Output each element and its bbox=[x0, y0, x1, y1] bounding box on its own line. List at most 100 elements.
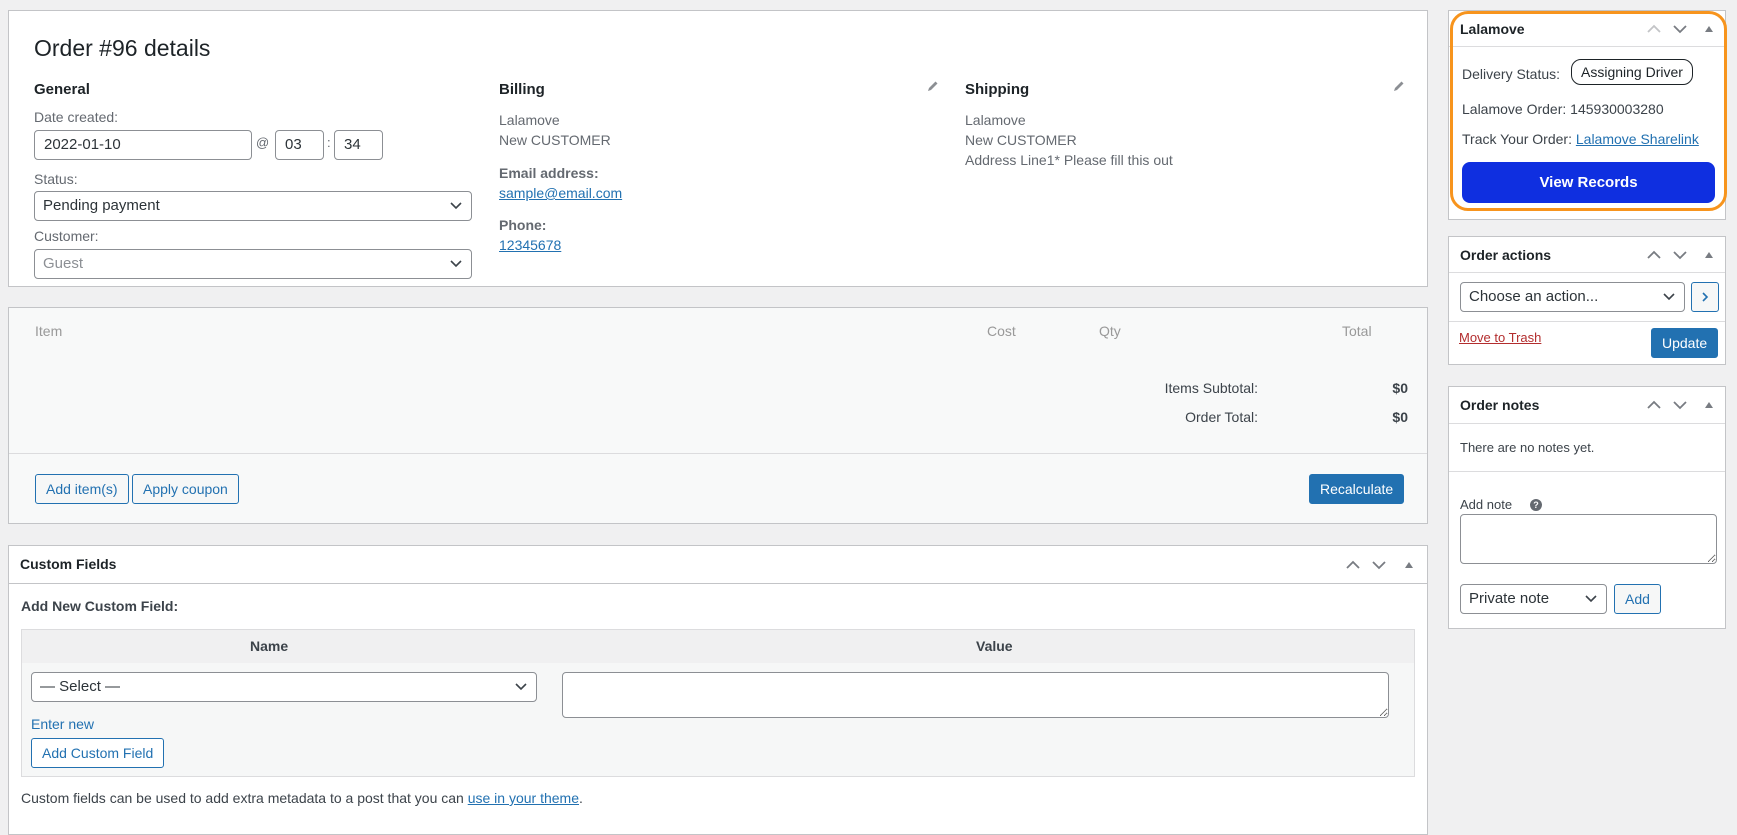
custom-fields-title: Custom Fields bbox=[20, 556, 117, 572]
order-total-label: Order Total: bbox=[1185, 409, 1258, 425]
collapse-triangle-icon bbox=[1705, 25, 1713, 32]
column-header-name: Name bbox=[250, 638, 289, 654]
column-header-cost: Cost bbox=[987, 323, 1016, 339]
custom-field-select-value: — Select — bbox=[40, 678, 121, 695]
toggle-panel-button[interactable] bbox=[1399, 546, 1419, 583]
custom-field-value-textarea[interactable] bbox=[562, 672, 1389, 718]
toggle-panel-button[interactable] bbox=[1699, 237, 1719, 272]
lalamove-header: Lalamove bbox=[1449, 11, 1725, 47]
move-up-button[interactable] bbox=[1343, 546, 1363, 583]
update-button[interactable]: Update bbox=[1651, 328, 1719, 358]
apply-coupon-button[interactable]: Apply coupon bbox=[132, 474, 239, 504]
customer-select[interactable]: Guest bbox=[34, 249, 472, 279]
email-link[interactable]: sample@email.com bbox=[499, 185, 622, 201]
hour-input[interactable]: 03 bbox=[275, 130, 324, 160]
chevron-down-icon bbox=[1673, 401, 1687, 410]
chevron-down-icon bbox=[450, 260, 462, 268]
chevron-down-icon bbox=[450, 202, 462, 210]
status-label: Status: bbox=[34, 171, 78, 187]
order-total-value: $0 bbox=[1392, 409, 1408, 425]
help-icon[interactable]: ? bbox=[1530, 499, 1542, 511]
enter-new-link[interactable]: Enter new bbox=[31, 716, 94, 732]
move-to-trash-link[interactable]: Move to Trash bbox=[1459, 330, 1541, 345]
collapse-triangle-icon bbox=[1705, 251, 1713, 258]
move-down-button[interactable] bbox=[1369, 546, 1389, 583]
note-type-select-value: Private note bbox=[1469, 590, 1550, 607]
items-subtotal-label: Items Subtotal: bbox=[1164, 380, 1258, 396]
at-separator: @ bbox=[256, 135, 270, 150]
custom-fields-footer-end: . bbox=[579, 790, 583, 806]
order-notes-title: Order notes bbox=[1460, 397, 1540, 413]
chevron-up-icon bbox=[1647, 400, 1661, 409]
collapse-triangle-icon bbox=[1705, 402, 1713, 408]
custom-field-table-header: Name Value bbox=[22, 630, 1414, 663]
custom-fields-panel: Custom Fields Add New Custom Field: Name… bbox=[8, 545, 1428, 835]
order-action-select[interactable]: Choose an action... bbox=[1460, 282, 1685, 312]
shipping-line2: New CUSTOMER bbox=[965, 132, 1077, 148]
apply-action-button[interactable] bbox=[1691, 282, 1719, 312]
column-header-item: Item bbox=[35, 323, 63, 339]
no-notes-text: There are no notes yet. bbox=[1460, 440, 1595, 455]
use-in-theme-link[interactable]: use in your theme bbox=[468, 790, 579, 806]
custom-fields-footer-text: Custom fields can be used to add extra m… bbox=[21, 790, 468, 806]
chevron-up-icon bbox=[1647, 250, 1661, 259]
lalamove-order-label-text: Lalamove Order: bbox=[1462, 101, 1567, 117]
status-select[interactable]: Pending payment bbox=[34, 191, 472, 221]
recalculate-button[interactable]: Recalculate bbox=[1309, 474, 1405, 504]
custom-fields-header: Custom Fields bbox=[9, 546, 1427, 584]
view-records-button[interactable]: View Records bbox=[1462, 162, 1715, 203]
chevron-up-icon bbox=[1647, 24, 1661, 33]
customer-label: Customer: bbox=[34, 228, 99, 244]
shipping-heading: Shipping bbox=[965, 81, 1030, 98]
lalamove-panel: Lalamove Delivery Status: Assigning Driv… bbox=[1448, 10, 1726, 220]
note-type-select[interactable]: Private note bbox=[1460, 584, 1607, 614]
move-up-button[interactable] bbox=[1644, 237, 1664, 272]
add-items-button[interactable]: Add item(s) bbox=[35, 474, 129, 504]
chevron-right-icon bbox=[1702, 292, 1709, 302]
add-note-textarea[interactable] bbox=[1460, 514, 1717, 564]
minute-input[interactable]: 34 bbox=[334, 130, 383, 160]
phone-link[interactable]: 12345678 bbox=[499, 237, 561, 253]
billing-heading: Billing bbox=[499, 81, 545, 98]
lalamove-order-label: Lalamove Order: 145930003280 bbox=[1462, 101, 1664, 117]
general-heading: General bbox=[34, 81, 90, 98]
items-subtotal-value: $0 bbox=[1392, 380, 1408, 396]
phone-label: Phone: bbox=[499, 217, 547, 233]
order-actions-panel: Order actions Choose an action... Move t… bbox=[1448, 236, 1726, 365]
toggle-panel-button[interactable] bbox=[1699, 387, 1719, 423]
chevron-down-icon bbox=[1372, 560, 1386, 569]
order-details-panel: Order #96 details General Date created: … bbox=[8, 10, 1428, 287]
billing-name-line1: Lalamove bbox=[499, 112, 560, 128]
chevron-down-icon bbox=[515, 683, 527, 691]
move-down-button[interactable] bbox=[1670, 11, 1690, 46]
order-actions-header: Order actions bbox=[1449, 237, 1725, 273]
move-down-button[interactable] bbox=[1670, 237, 1690, 272]
add-new-custom-field-label: Add New Custom Field: bbox=[21, 598, 179, 614]
order-notes-panel: Order notes There are no notes yet. Add … bbox=[1448, 386, 1726, 629]
move-up-button[interactable] bbox=[1644, 387, 1664, 423]
status-select-value: Pending payment bbox=[43, 197, 160, 214]
order-notes-header: Order notes bbox=[1449, 387, 1725, 424]
add-custom-field-button[interactable]: Add Custom Field bbox=[31, 738, 165, 768]
track-order-row: Track Your Order: Lalamove Sharelink bbox=[1462, 131, 1699, 147]
items-divider bbox=[9, 453, 1427, 454]
delivery-status-label: Delivery Status: bbox=[1462, 66, 1561, 82]
move-down-button[interactable] bbox=[1670, 387, 1690, 423]
column-header-qty: Qty bbox=[1099, 323, 1121, 339]
track-order-label: Track Your Order: bbox=[1462, 131, 1572, 147]
custom-field-name-select[interactable]: — Select — bbox=[31, 672, 537, 702]
toggle-panel-button[interactable] bbox=[1699, 11, 1719, 46]
chevron-down-icon bbox=[1663, 293, 1675, 301]
date-created-input[interactable]: 2022-01-10 bbox=[34, 130, 252, 160]
collapse-triangle-icon bbox=[1405, 561, 1413, 568]
sharelink-link[interactable]: Lalamove Sharelink bbox=[1576, 131, 1699, 147]
chevron-down-icon bbox=[1673, 24, 1687, 33]
lalamove-title: Lalamove bbox=[1460, 21, 1525, 37]
actions-divider bbox=[1449, 321, 1725, 322]
pencil-icon[interactable] bbox=[1393, 80, 1405, 92]
chevron-down-icon bbox=[1585, 595, 1597, 603]
shipping-line3: Address Line1* Please fill this out bbox=[965, 152, 1173, 168]
add-note-button[interactable]: Add bbox=[1614, 584, 1661, 614]
pencil-icon[interactable] bbox=[927, 80, 939, 92]
move-up-button[interactable] bbox=[1644, 11, 1664, 46]
